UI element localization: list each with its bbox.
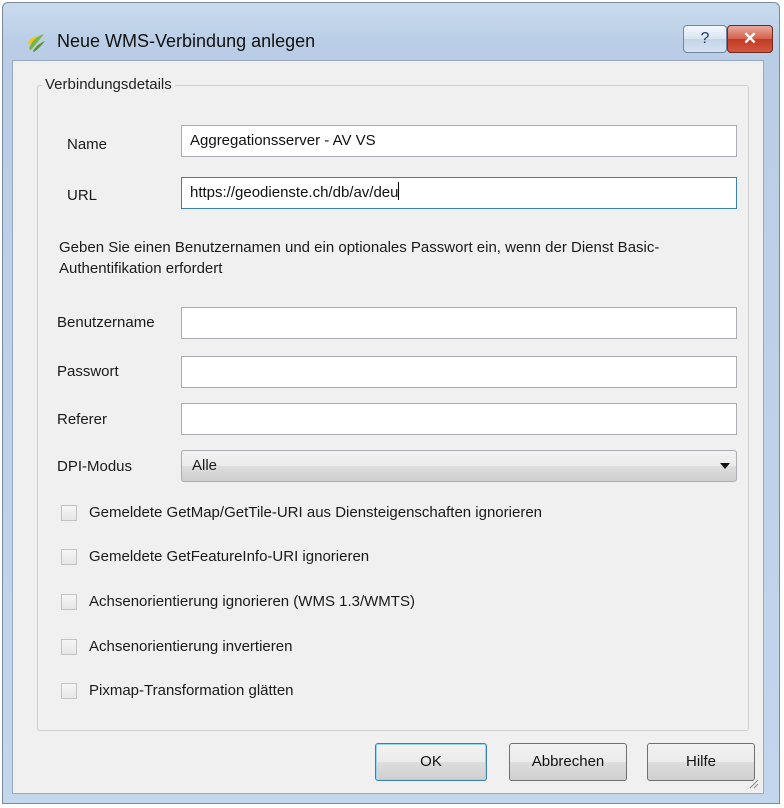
ok-button[interactable]: OK: [375, 743, 487, 781]
password-field[interactable]: [181, 356, 737, 388]
checkbox-label: Pixmap-Transformation glätten: [89, 682, 294, 699]
help-icon: ?: [700, 30, 710, 47]
referer-label: Referer: [57, 411, 108, 428]
checkbox-label: Gemeldete GetMap/GetTile-URI aus Dienste…: [89, 504, 543, 521]
group-title: Verbindungsdetails: [42, 76, 175, 93]
chevron-down-icon[interactable]: [720, 463, 730, 469]
name-field[interactable]: Aggregationsserver - AV VS: [181, 125, 737, 157]
checkbox[interactable]: [61, 549, 77, 565]
url-label: URL: [67, 187, 98, 204]
checkbox[interactable]: [61, 505, 77, 521]
dpi-mode-value: Alle: [192, 457, 218, 474]
text-caret: [398, 182, 400, 200]
resize-grip-icon[interactable]: [747, 777, 759, 789]
dpi-mode-select[interactable]: Alle: [181, 450, 737, 482]
close-icon: ✕: [742, 29, 758, 48]
url-value: https://geodienste.ch/db/av/deu: [190, 184, 399, 201]
username-label: Benutzername: [57, 314, 155, 331]
checkbox-label: Achsenorientierung ignorieren (WMS 1.3/W…: [89, 593, 415, 610]
name-label: Name: [67, 136, 108, 153]
help-title-button[interactable]: ?: [683, 25, 727, 53]
dialog-content: Verbindungsdetails Name Aggregationsserv…: [12, 60, 764, 794]
checkbox[interactable]: [61, 683, 77, 699]
window-title: Neue WMS-Verbindung anlegen: [57, 31, 316, 51]
close-button[interactable]: ✕: [727, 25, 773, 53]
url-field[interactable]: https://geodienste.ch/db/av/deu: [181, 177, 737, 209]
cancel-button[interactable]: Abbrechen: [509, 743, 627, 781]
checkbox[interactable]: [61, 639, 77, 655]
checkbox[interactable]: [61, 594, 77, 610]
checkbox-label: Gemeldete GetFeatureInfo-URI ignorieren: [89, 548, 370, 565]
dpi-mode-label: DPI-Modus: [57, 458, 133, 475]
referer-field[interactable]: [181, 403, 737, 435]
password-label: Passwort: [57, 363, 119, 380]
qgis-icon: [28, 34, 45, 52]
auth-info-text: Geben Sie einen Benutzernamen und ein op…: [59, 239, 660, 277]
checkbox-label: Achsenorientierung invertieren: [89, 638, 293, 655]
name-value: Aggregationsserver - AV VS: [190, 132, 376, 149]
help-button[interactable]: Hilfe: [647, 743, 755, 781]
username-field[interactable]: [181, 307, 737, 339]
